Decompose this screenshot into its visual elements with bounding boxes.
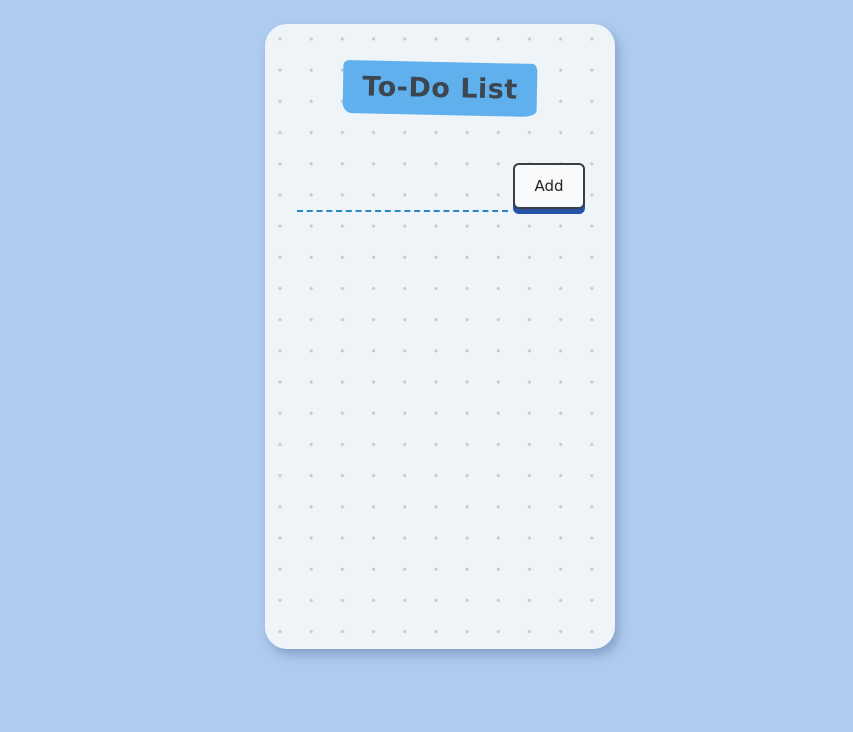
- add-task-button[interactable]: Add: [513, 163, 585, 209]
- new-task-input[interactable]: [297, 186, 508, 212]
- todo-card: To-Do List Add: [265, 24, 615, 649]
- page-title: To-Do List: [361, 71, 518, 106]
